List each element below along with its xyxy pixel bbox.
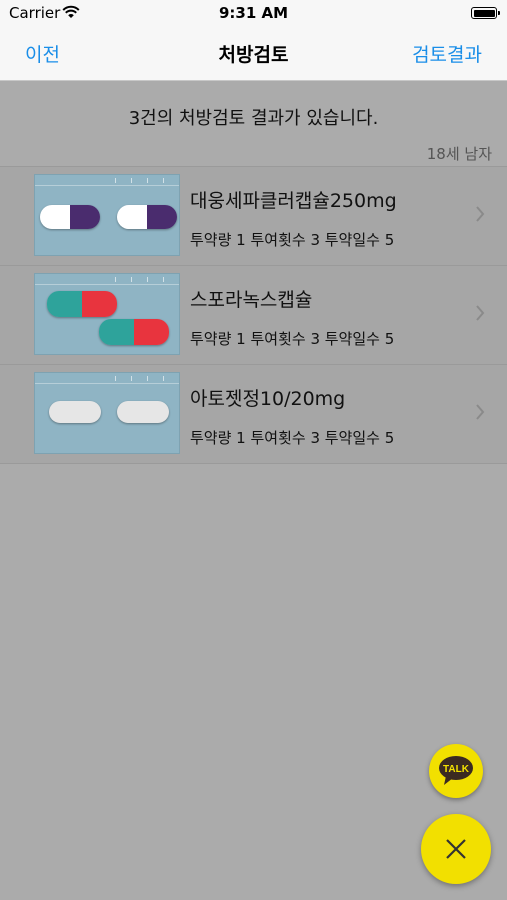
patient-info: 18세 남자 <box>426 145 492 163</box>
pill-image <box>34 174 180 256</box>
status-bar: Carrier 9:31 AM <box>0 0 507 28</box>
prescription-row[interactable]: 아토젯정10/20mg 투약량 1 투여횟수 3 투약일수 5 <box>0 365 507 464</box>
pill-image <box>34 273 180 355</box>
close-button[interactable] <box>421 814 491 884</box>
clock: 9:31 AM <box>218 4 289 22</box>
navigation-bar: 이전 처방검토 검토결과 <box>0 28 507 81</box>
kakaotalk-icon: TALK <box>439 756 473 785</box>
drug-name: 스포라녹스캡슐 <box>190 289 313 311</box>
close-icon <box>446 839 466 859</box>
pill-image <box>34 372 180 454</box>
chevron-right-icon <box>476 404 485 420</box>
chevron-right-icon <box>476 305 485 321</box>
review-result-button[interactable]: 검토결과 <box>412 40 482 67</box>
drug-dosage: 투약량 1 투여횟수 3 투약일수 5 <box>190 330 395 348</box>
prescription-list: 대웅세파클러캡슐250mg 투약량 1 투여횟수 3 투약일수 5 스포라녹스캡… <box>0 166 507 464</box>
result-summary: 3건의 처방검토 결과가 있습니다. <box>128 108 379 129</box>
drug-name: 아토젯정10/20mg <box>190 388 346 410</box>
prescription-row[interactable]: 대웅세파클러캡슐250mg 투약량 1 투여횟수 3 투약일수 5 <box>0 166 507 266</box>
prescription-row[interactable]: 스포라녹스캡슐 투약량 1 투여횟수 3 투약일수 5 <box>0 266 507 365</box>
drug-dosage: 투약량 1 투여횟수 3 투약일수 5 <box>190 429 395 447</box>
drug-name: 대웅세파클러캡슐250mg <box>190 190 397 212</box>
talk-label: TALK <box>443 764 470 775</box>
chevron-right-icon <box>476 206 485 222</box>
kakaotalk-button[interactable]: TALK <box>429 744 483 798</box>
battery-icon <box>471 7 500 19</box>
back-button[interactable]: 이전 <box>25 40 60 67</box>
drug-dosage: 투약량 1 투여횟수 3 투약일수 5 <box>190 231 395 249</box>
